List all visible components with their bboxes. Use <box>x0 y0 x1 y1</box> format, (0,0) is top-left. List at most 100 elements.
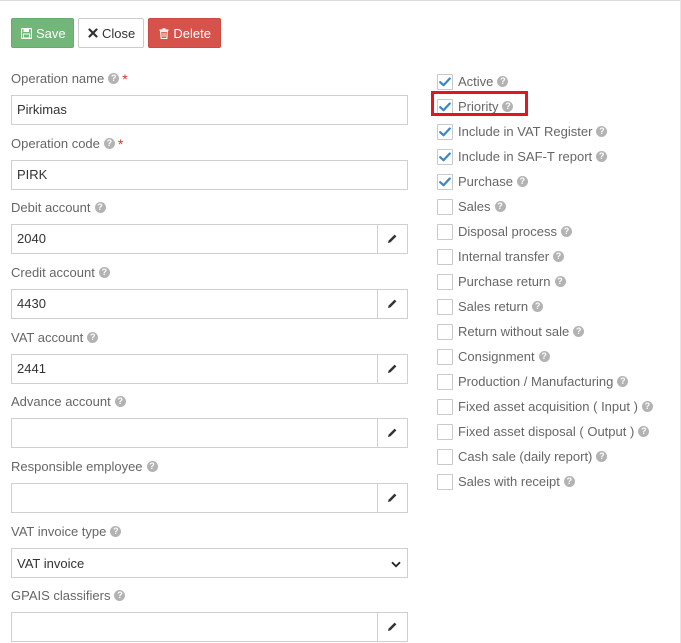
delete-button-label: Delete <box>173 25 211 41</box>
checkbox-label: Return without sale <box>458 324 570 339</box>
checkbox-label: Purchase return <box>458 274 551 289</box>
gpais-classifiers-edit-button[interactable] <box>377 613 407 641</box>
help-icon[interactable]: ? <box>494 201 506 212</box>
vat-account-input[interactable] <box>12 355 377 383</box>
vat-account-field: VAT account ? <box>11 329 408 384</box>
help-icon[interactable]: ? <box>638 426 650 437</box>
operation-name-field: Operation name ? * <box>11 70 408 125</box>
checkbox[interactable] <box>437 298 453 315</box>
pencil-icon <box>387 232 398 247</box>
responsible-employee-edit-button[interactable] <box>377 484 407 512</box>
help-icon[interactable]: ? <box>641 401 653 412</box>
responsible-employee-input[interactable] <box>12 484 377 512</box>
help-icon[interactable]: ? <box>554 276 566 287</box>
top-border <box>0 0 681 1</box>
checkbox[interactable] <box>437 148 453 165</box>
help-icon[interactable]: ? <box>573 326 585 337</box>
advance-account-edit-button[interactable] <box>377 419 407 447</box>
checkbox[interactable] <box>437 173 453 190</box>
help-icon[interactable]: ? <box>538 351 550 362</box>
help-icon[interactable]: ? <box>103 138 115 149</box>
debit-account-input[interactable] <box>12 225 377 253</box>
checkbox-label: Fixed asset acquisition ( Input ) <box>458 399 638 414</box>
vat-invoice-type-select[interactable]: VAT invoice <box>11 548 408 578</box>
debit-account-edit-button[interactable] <box>377 225 407 253</box>
checkbox[interactable] <box>437 273 453 290</box>
chevron-down-icon <box>391 556 401 571</box>
checkmark-icon <box>439 176 451 186</box>
close-icon <box>88 27 98 39</box>
required-mark: * <box>122 70 128 87</box>
checkbox[interactable] <box>437 323 453 340</box>
help-icon[interactable]: ? <box>108 73 120 84</box>
checkbox[interactable] <box>437 373 453 390</box>
help-icon[interactable]: ? <box>596 451 608 462</box>
credit-account-edit-button[interactable] <box>377 290 407 318</box>
help-icon[interactable]: ? <box>516 176 528 187</box>
checkbox-row: Purchase? <box>437 169 653 194</box>
help-icon[interactable]: ? <box>497 76 509 87</box>
checkbox-row: Return without sale? <box>437 319 653 344</box>
pencil-icon <box>387 426 398 441</box>
checkbox-label: Sales return <box>458 299 529 314</box>
checkbox[interactable] <box>437 198 453 215</box>
delete-button[interactable]: Delete <box>148 18 221 48</box>
save-button-label: Save <box>36 25 66 41</box>
checkbox[interactable] <box>437 223 453 240</box>
checkbox-label: Disposal process <box>458 224 557 239</box>
help-icon[interactable]: ? <box>146 461 158 472</box>
help-icon[interactable]: ? <box>114 590 126 601</box>
checkbox-row: Cash sale (daily report)? <box>437 444 653 469</box>
checkbox[interactable] <box>437 248 453 265</box>
checkbox-row: Sales return? <box>437 294 653 319</box>
help-icon[interactable]: ? <box>98 267 110 278</box>
operation-name-input[interactable] <box>12 96 407 124</box>
save-button[interactable]: Save <box>11 18 74 48</box>
help-icon[interactable]: ? <box>596 151 608 162</box>
operation-code-input[interactable] <box>12 161 407 189</box>
checkbox-row: Disposal process? <box>437 219 653 244</box>
credit-account-field: Credit account ? <box>11 264 408 319</box>
vat-account-edit-button[interactable] <box>377 355 407 383</box>
help-icon[interactable]: ? <box>114 396 126 407</box>
pencil-icon <box>387 297 398 312</box>
checkbox-label: Internal transfer <box>458 249 550 264</box>
help-icon[interactable]: ? <box>532 301 544 312</box>
checkbox-label: Include in VAT Register <box>458 124 593 139</box>
gpais-classifiers-input[interactable] <box>12 613 377 641</box>
priority-highlight-box <box>431 91 528 116</box>
help-icon[interactable]: ? <box>563 476 575 487</box>
checkbox[interactable] <box>437 448 453 465</box>
checkbox-label: Cash sale (daily report) <box>458 449 593 464</box>
checkbox[interactable] <box>437 398 453 415</box>
checkmark-icon <box>439 126 451 136</box>
checkbox[interactable] <box>437 348 453 365</box>
debit-account-label: Debit account <box>11 200 91 215</box>
advance-account-field: Advance account ? <box>11 393 408 448</box>
help-icon[interactable]: ? <box>94 202 106 213</box>
help-icon[interactable]: ? <box>553 251 565 262</box>
pencil-icon <box>387 491 398 506</box>
advance-account-label: Advance account <box>11 394 111 409</box>
help-icon[interactable]: ? <box>617 376 629 387</box>
gpais-classifiers-field: GPAIS classifiers ? <box>11 587 408 642</box>
advance-account-input[interactable] <box>12 419 377 447</box>
floppy-disk-icon <box>21 27 32 39</box>
vat-account-label: VAT account <box>11 330 84 345</box>
close-button[interactable]: Close <box>78 18 144 48</box>
checkbox-row: Internal transfer? <box>437 244 653 269</box>
checkbox-row: Sales with receipt? <box>437 469 653 494</box>
help-icon[interactable]: ? <box>87 332 99 343</box>
checkbox[interactable] <box>437 423 453 440</box>
help-icon[interactable]: ? <box>561 226 572 237</box>
checkbox[interactable] <box>437 73 453 90</box>
operation-code-label: Operation code <box>11 136 100 151</box>
help-icon[interactable]: ? <box>110 526 122 537</box>
credit-account-input[interactable] <box>12 290 377 318</box>
checkbox-row: Fixed asset disposal ( Output )? <box>437 419 653 444</box>
checkbox[interactable] <box>437 123 453 140</box>
vat-invoice-type-label: VAT invoice type <box>11 524 107 539</box>
help-icon[interactable]: ? <box>596 126 608 137</box>
checkbox[interactable] <box>437 473 453 490</box>
operation-name-label: Operation name <box>11 71 105 86</box>
